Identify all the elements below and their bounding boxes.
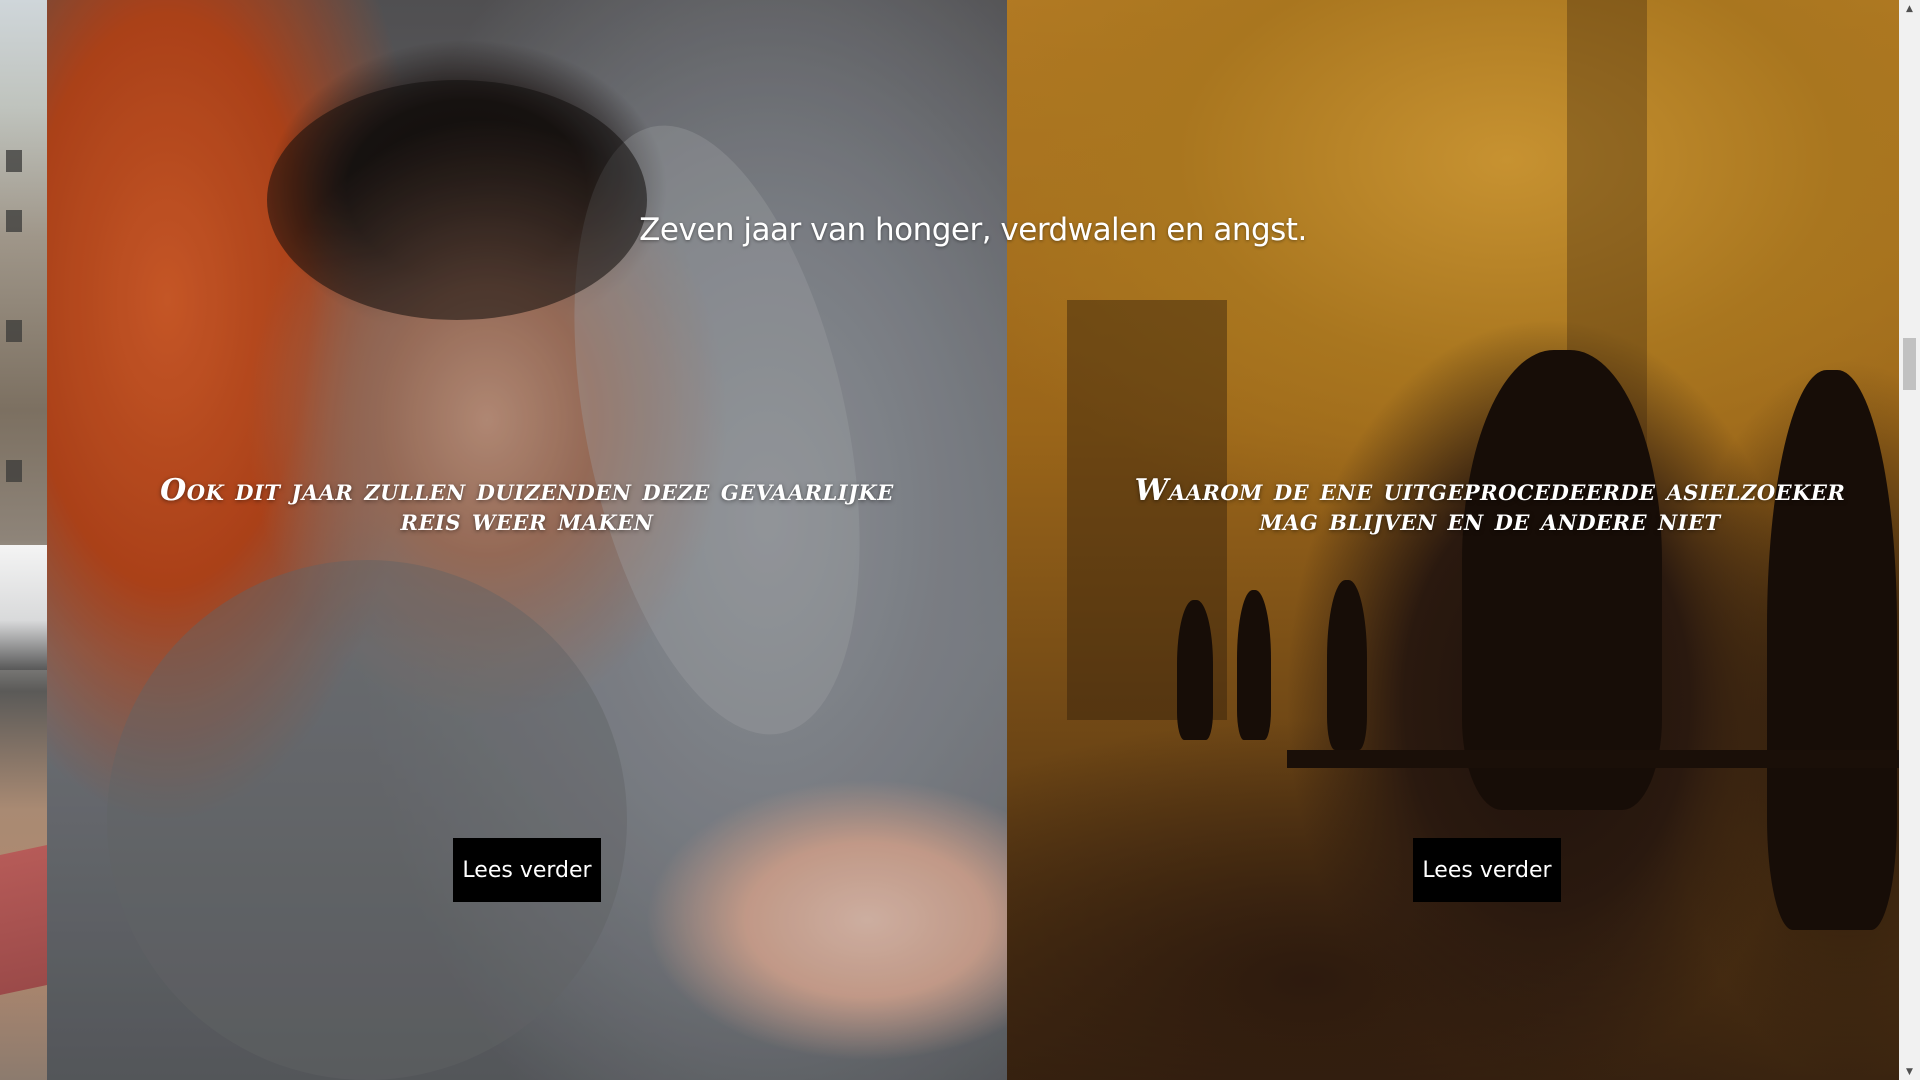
standing-man-figure [1767,370,1897,930]
page: Zeven jaar van honger, verdwalen en angs… [0,0,1920,1080]
vertical-scrollbar[interactable]: ▲ ▼ [1899,0,1920,1080]
triangle-down-icon[interactable]: ▼ [1899,1063,1920,1080]
card-left-image [47,0,1007,1080]
building-window [6,460,22,482]
read-more-button-right[interactable]: Lees verder [1413,838,1561,902]
triangle-up-icon[interactable]: ▲ [1899,0,1920,17]
street-curb [0,845,47,995]
bench [1287,750,1899,768]
read-more-button-left[interactable]: Lees verder [453,838,601,902]
distant-figure [1177,600,1213,740]
previous-image-edge [0,0,47,1080]
card-right-image [1007,0,1899,1080]
parked-car [0,545,47,670]
card-right-title: Waarom de ene uitgeprocedeerde asielzoek… [1134,473,1846,538]
distant-figure [1327,580,1367,750]
building-window [6,150,22,172]
card-left-title: Ook dit jaar zullen duizenden deze gevaa… [160,473,894,538]
building-window [6,210,22,232]
scrollbar-thumb[interactable] [1903,338,1916,390]
distant-figure [1237,590,1271,740]
image-shade [47,0,1007,1080]
seated-man-figure [1462,350,1662,810]
headline: Zeven jaar van honger, verdwalen en angs… [639,212,1307,248]
building-window [6,320,22,342]
